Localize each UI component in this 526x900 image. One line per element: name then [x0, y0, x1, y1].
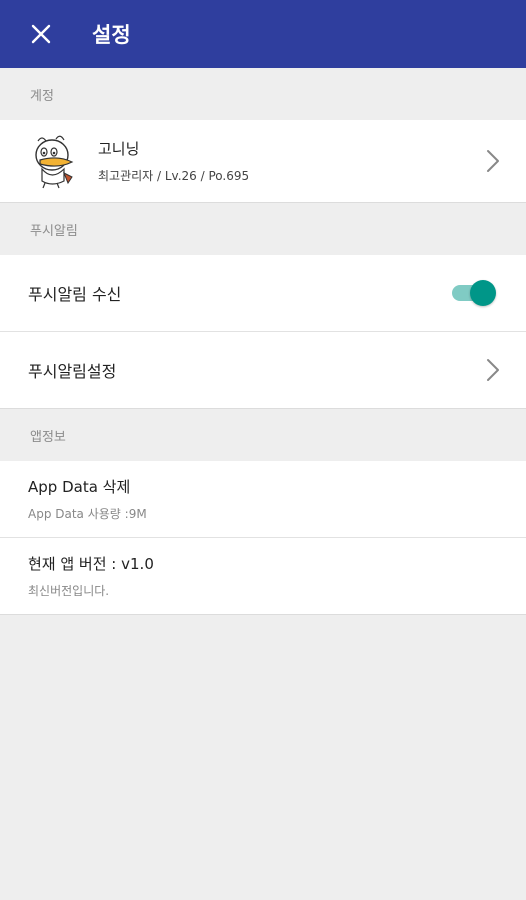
- account-group: 고니닝 최고관리자 / Lv.26 / Po.695: [0, 120, 526, 203]
- push-receive-label: 푸시알림 수신: [28, 285, 122, 304]
- section-header-account: 계정: [0, 68, 526, 120]
- account-text: 고니닝 최고관리자 / Lv.26 / Po.695: [98, 138, 249, 184]
- push-receive-row[interactable]: 푸시알림 수신: [0, 255, 526, 332]
- account-name: 고니닝: [98, 140, 140, 158]
- page-title: 설정: [92, 23, 131, 47]
- account-row[interactable]: 고니닝 최고관리자 / Lv.26 / Po.695: [0, 120, 526, 202]
- push-receive-toggle[interactable]: [452, 279, 496, 307]
- app-data-usage: App Data 사용량 :9M: [28, 507, 147, 521]
- push-group: 푸시알림 수신 푸시알림설정: [0, 255, 526, 409]
- chevron-right-icon: [487, 359, 499, 381]
- app-data-delete-title: App Data 삭제: [28, 478, 131, 496]
- section-header-app-info: 앱정보: [0, 409, 526, 461]
- app-version-title: 현재 앱 버전 : v1.0: [28, 555, 154, 573]
- close-icon: [31, 24, 51, 44]
- push-settings-label: 푸시알림설정: [28, 362, 117, 381]
- avatar: [35, 135, 74, 189]
- account-details: 최고관리자 / Lv.26 / Po.695: [98, 169, 250, 183]
- app-bar: 설정: [0, 0, 526, 68]
- section-header-push: 푸시알림: [0, 203, 526, 255]
- chevron-right-icon: [487, 150, 499, 172]
- app-version-row[interactable]: 현재 앱 버전 : v1.0 최신버전입니다.: [0, 538, 526, 614]
- app-data-delete-row[interactable]: App Data 삭제 App Data 사용량 :9M: [0, 461, 526, 538]
- toggle-knob: [470, 280, 496, 306]
- push-settings-row[interactable]: 푸시알림설정: [0, 332, 526, 408]
- close-button[interactable]: [0, 0, 82, 68]
- app-info-group: App Data 삭제 App Data 사용량 :9M 현재 앱 버전 : v…: [0, 461, 526, 615]
- app-version-status: 최신버전입니다.: [28, 584, 110, 598]
